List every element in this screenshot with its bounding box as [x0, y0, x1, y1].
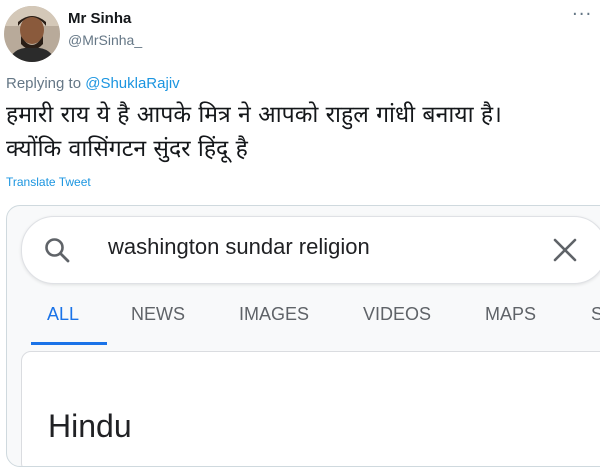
close-icon	[552, 237, 578, 267]
answer-text: Hindu	[48, 408, 132, 444]
search-icon	[44, 237, 70, 267]
tweet: Mr Sinha @MrSinha_ ··· Replying to @Shuk…	[0, 0, 600, 467]
active-tab-indicator	[31, 342, 107, 345]
replying-prefix: Replying to	[6, 75, 86, 92]
tab-all: ALL	[47, 304, 80, 324]
search-tabs: ALL NEWS IMAGES VIDEOS MAPS S	[7, 284, 600, 346]
tweet-text-line: हमारी राय ये है आपके मित्र ने आपको राहुल…	[6, 102, 502, 128]
display-name[interactable]: Mr Sinha	[68, 10, 131, 27]
tab-partial: S	[591, 304, 600, 325]
translate-tweet-link[interactable]: Translate Tweet	[6, 175, 91, 189]
mention-link[interactable]: @ShuklaRajiv	[85, 75, 179, 92]
user-handle[interactable]: @MrSinha_	[68, 32, 142, 48]
tab-videos: VIDEOS	[363, 304, 432, 324]
search-query: washington sundar religion	[108, 234, 370, 259]
tab-images: IMAGES	[239, 304, 310, 324]
tweet-text-line: क्योंकि वासिंगटन सुंदर हिंदू है	[6, 136, 248, 162]
attached-image[interactable]: washington sundar religion ALL NEWS IMAG…	[6, 205, 600, 467]
tweet-text: हमारी राय ये है आपके मित्र ने आपको राहुल…	[6, 98, 596, 166]
tab-news: NEWS	[131, 304, 185, 324]
more-icon[interactable]: ···	[572, 4, 592, 25]
avatar[interactable]	[4, 6, 60, 62]
search-box: washington sundar religion	[21, 216, 600, 284]
replying-to: Replying to @ShuklaRajiv	[6, 75, 180, 92]
tab-maps: MAPS	[485, 304, 537, 324]
